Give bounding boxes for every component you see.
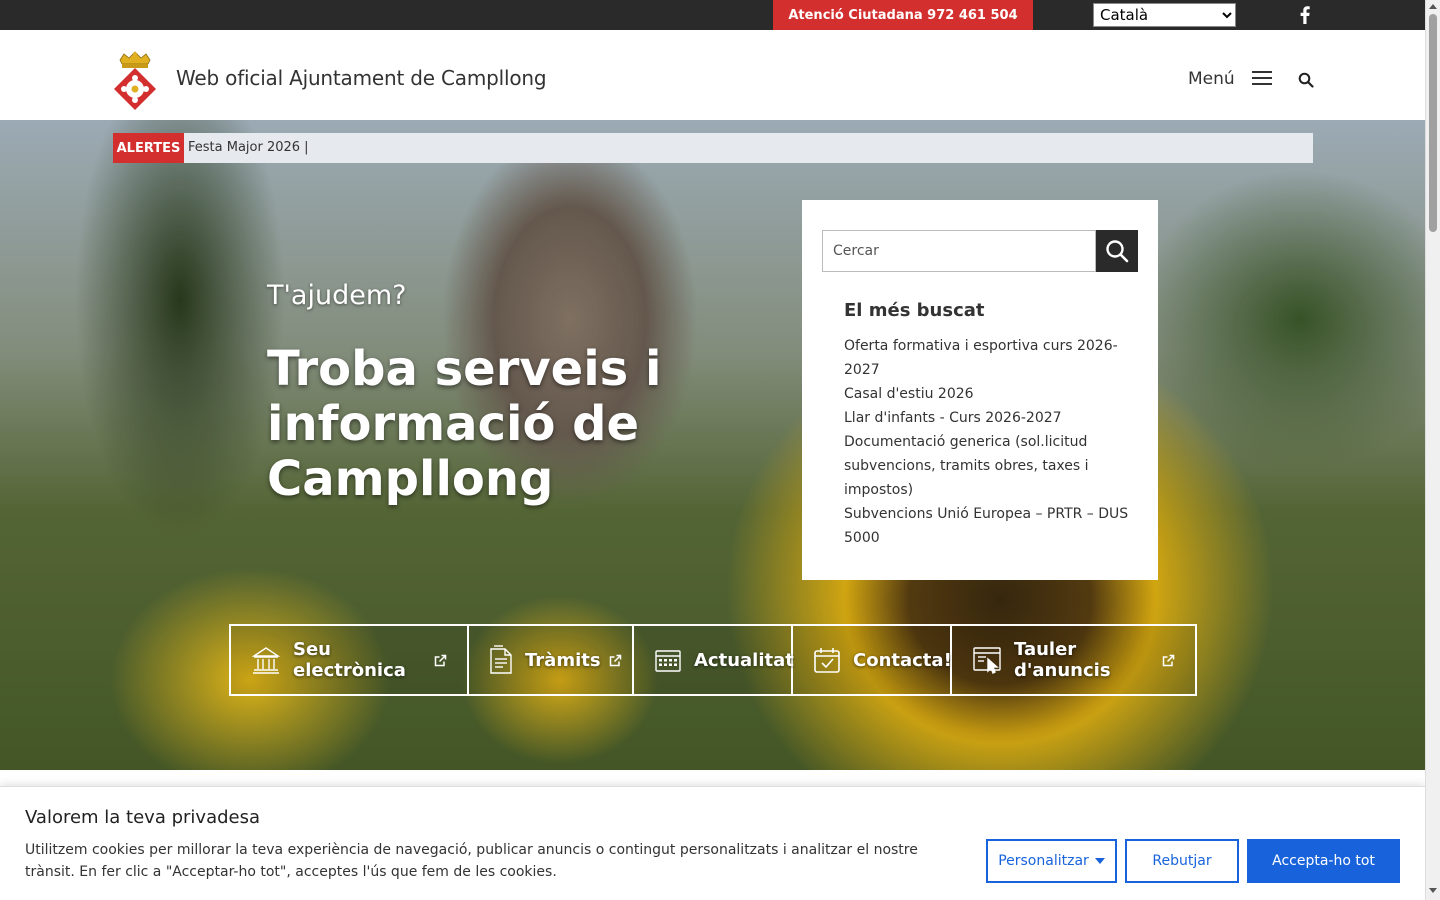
popular-search-item[interactable]: Oferta formativa i esportiva curs 2026-2… xyxy=(844,334,1136,382)
search-button[interactable] xyxy=(1096,230,1138,272)
caret-down-icon xyxy=(1094,858,1105,864)
quick-link-seu-electronica[interactable]: Seu electrònica xyxy=(231,626,469,694)
facebook-icon[interactable] xyxy=(1296,6,1314,24)
board-click-icon xyxy=(973,647,1001,674)
quick-link-label: Seu electrònica xyxy=(293,639,406,681)
quick-link-label: Actualitat xyxy=(694,649,794,671)
popular-searches-list: Oferta formativa i esportiva curs 2026-2… xyxy=(844,334,1136,550)
popular-search-item[interactable]: Subvencions Unió Europea – PRTR – DUS 50… xyxy=(844,502,1136,550)
quick-link-label: Tràmits xyxy=(525,649,601,671)
scroll-down-arrow-icon[interactable] xyxy=(1429,888,1437,893)
search-input[interactable] xyxy=(822,230,1096,272)
site-title[interactable]: Web oficial Ajuntament de Campllong xyxy=(176,66,547,90)
cookie-banner: Valorem la teva privadesa Utilitzem cook… xyxy=(0,786,1425,900)
quick-link-tramits[interactable]: Tràmits xyxy=(469,626,634,694)
hero-subtitle: T'ajudem? xyxy=(267,280,407,311)
menu-button-label[interactable]: Menú xyxy=(1188,69,1235,89)
quick-link-label: Contacta! xyxy=(853,649,952,671)
popular-search-item[interactable]: Documentació generica (sol.licitud subve… xyxy=(844,430,1136,502)
language-select[interactable]: Català xyxy=(1093,3,1236,27)
quick-link-tauler-anuncis[interactable]: Tauler d'anuncis xyxy=(952,626,1195,694)
search-panel: El més buscat Oferta formativa i esporti… xyxy=(802,200,1158,580)
cookie-text: Utilitzem cookies per millorar la teva e… xyxy=(25,842,918,880)
alerts-ticker: ALERTES Festa Major 2026 | xyxy=(113,133,1313,163)
customize-button[interactable]: Personalitzar xyxy=(986,839,1117,883)
search-icon[interactable] xyxy=(1298,72,1314,88)
popular-searches-title: El més buscat xyxy=(844,300,985,321)
quick-links-bar: Seu electrònica Tràmits Actualitat Conta… xyxy=(229,624,1197,696)
hamburger-icon[interactable] xyxy=(1252,71,1272,87)
search-icon xyxy=(1106,240,1129,263)
building-icon xyxy=(251,647,281,674)
quick-link-label: Tauler d'anuncis xyxy=(1014,639,1111,681)
reject-button[interactable]: Rebutjar xyxy=(1125,839,1239,883)
external-link-icon xyxy=(609,654,621,666)
cookie-title: Valorem la teva privadesa xyxy=(25,807,261,828)
accept-all-button[interactable]: Accepta-ho tot xyxy=(1247,839,1400,883)
popular-search-item[interactable]: Llar d'infants - Curs 2026-2027 xyxy=(844,406,1136,430)
customize-label: Personalitzar xyxy=(998,853,1089,869)
scroll-up-arrow-icon[interactable] xyxy=(1429,4,1437,9)
external-link-icon xyxy=(434,654,447,666)
document-icon xyxy=(490,645,512,674)
external-link-icon xyxy=(1162,654,1175,666)
calendar-check-icon xyxy=(814,648,840,673)
hero-banner: ALERTES Festa Major 2026 | T'ajudem? Tro… xyxy=(0,120,1425,770)
calendar-icon xyxy=(655,650,681,672)
alerts-badge: ALERTES xyxy=(113,133,184,163)
popular-search-item[interactable]: Casal d'estiu 2026 xyxy=(844,382,1136,406)
scroll-thumb[interactable] xyxy=(1429,14,1437,232)
quick-link-actualitat[interactable]: Actualitat xyxy=(634,626,794,694)
site-header: Web oficial Ajuntament de Campllong Menú xyxy=(0,30,1425,120)
citizen-attention-phone[interactable]: Atenció Ciutadana 972 461 504 xyxy=(773,0,1033,30)
hero-title: Troba serveis i informació de Campllong xyxy=(267,341,662,507)
top-bar: Atenció Ciutadana 972 461 504 Català xyxy=(0,0,1425,30)
quick-link-contacta[interactable]: Contacta! xyxy=(793,626,952,694)
alert-item[interactable]: Festa Major 2026 | xyxy=(188,140,309,155)
page-scrollbar[interactable] xyxy=(1425,0,1440,900)
coat-of-arms-logo[interactable] xyxy=(112,50,158,110)
